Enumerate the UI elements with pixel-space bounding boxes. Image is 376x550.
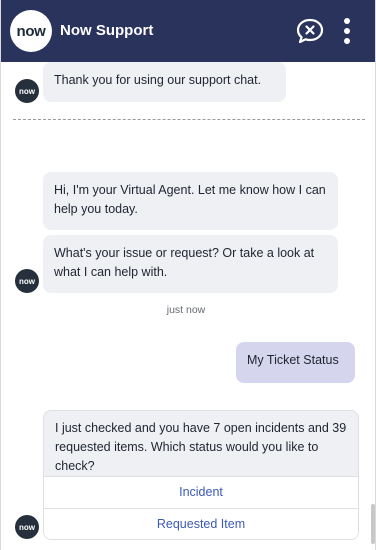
agent-avatar: now (15, 269, 39, 293)
scrollbar-thumb[interactable] (371, 504, 375, 544)
agent-avatar: now (15, 515, 39, 539)
message-timestamp: just now (166, 304, 206, 316)
question-message: What's your issue or request? Or take a … (43, 235, 338, 293)
status-choice-card: I just checked and you have 7 open incid… (43, 410, 359, 540)
chat-bubble-x-icon (296, 18, 324, 44)
avatar-text: now (19, 522, 35, 532)
agent-avatar: now (15, 79, 39, 103)
chat-title: Now Support (60, 22, 154, 39)
status-prompt: I just checked and you have 7 open incid… (44, 411, 358, 476)
more-options-button[interactable] (337, 16, 357, 46)
conversation-area: now Thank you for using our support chat… (1, 62, 375, 550)
avatar-text: now (19, 276, 35, 286)
chat-window: now Now Support now Thank you for using … (0, 0, 376, 550)
logo-text: now (16, 22, 46, 40)
choice-incident-button[interactable]: Incident (44, 476, 358, 508)
chat-header: now Now Support (1, 0, 375, 62)
user-message: My Ticket Status (236, 342, 355, 383)
avatar-text: now (19, 86, 35, 96)
vertical-ellipsis-icon (344, 18, 350, 44)
greeting-message: Hi, I'm your Virtual Agent. Let me know … (43, 172, 338, 230)
previous-agent-message: Thank you for using our support chat. (43, 62, 286, 102)
choice-requested-item-button[interactable]: Requested Item (44, 508, 358, 539)
session-divider (13, 119, 365, 120)
brand-logo: now (10, 10, 52, 52)
end-chat-button[interactable] (295, 17, 325, 45)
